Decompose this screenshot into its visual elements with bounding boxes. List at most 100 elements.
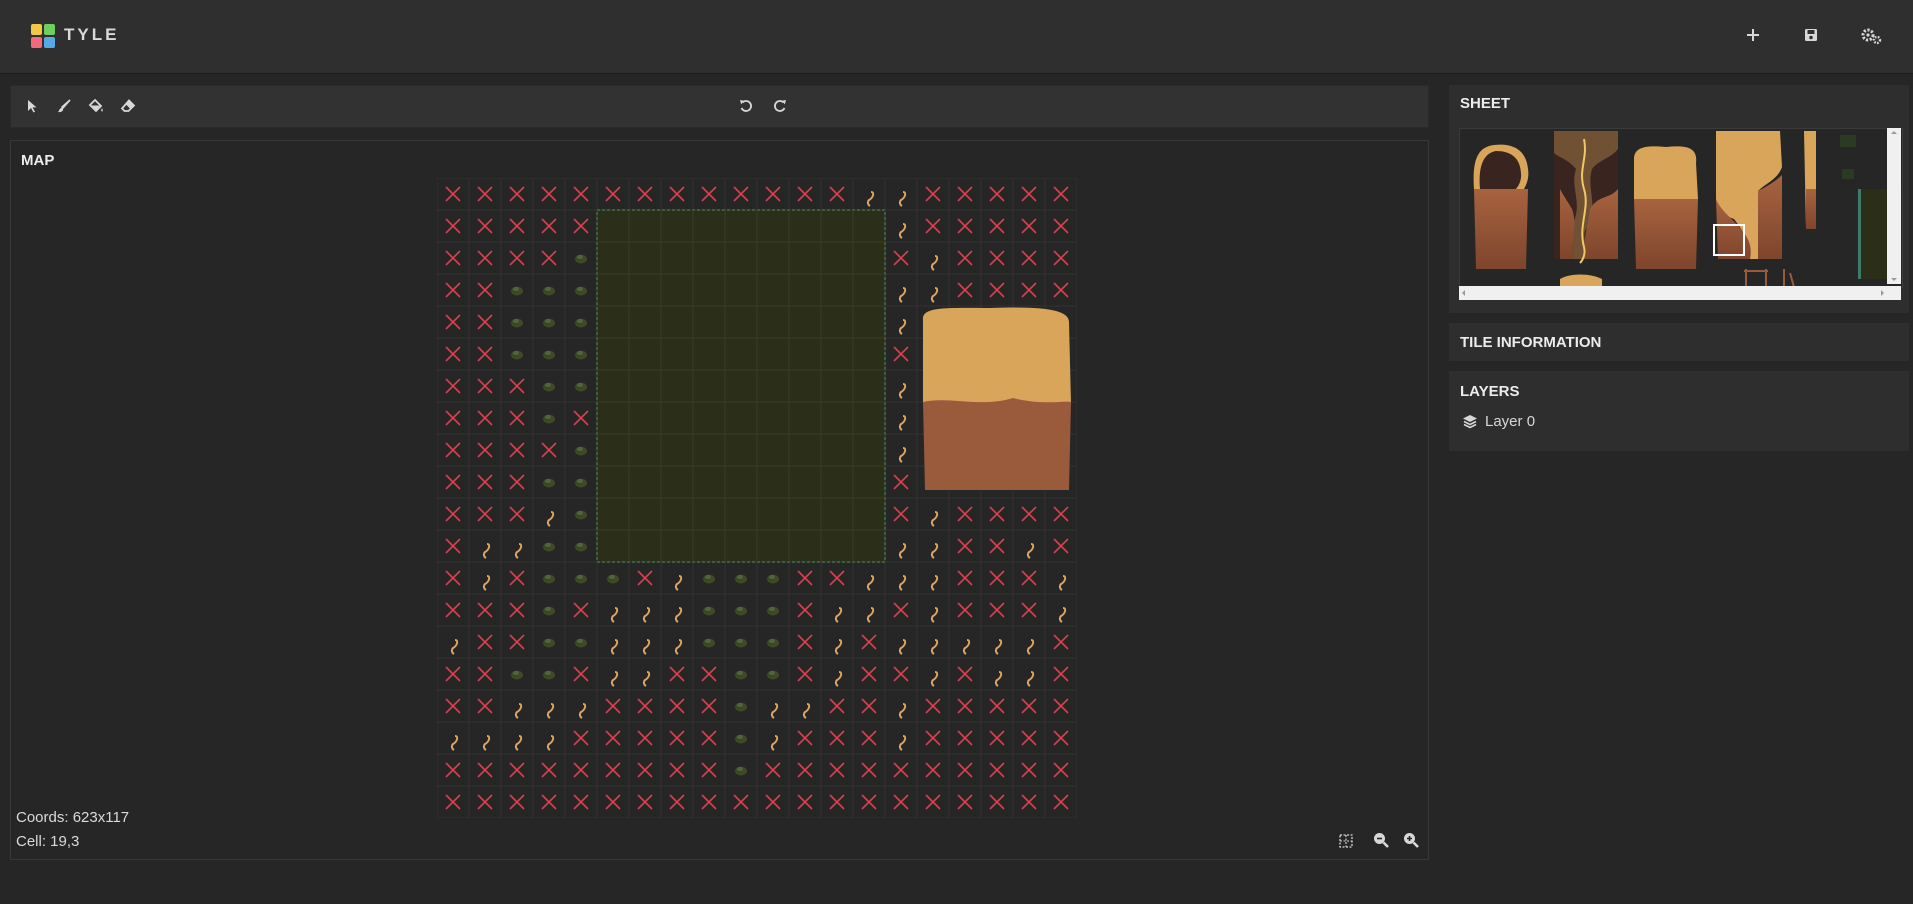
grid-toggle-button[interactable] — [1338, 831, 1358, 851]
layers-icon — [1463, 415, 1477, 429]
empty-cell-mark — [669, 794, 685, 810]
empty-cell-mark — [445, 410, 461, 426]
empty-cell-mark — [925, 218, 941, 234]
empty-cell-mark — [445, 250, 461, 266]
empty-cell-mark — [989, 506, 1005, 522]
save-button[interactable] — [1796, 22, 1826, 52]
grass-tuft-highlight — [513, 319, 519, 323]
empty-cell-mark — [1021, 570, 1037, 586]
empty-cell-mark — [1053, 794, 1069, 810]
edge-tile — [930, 543, 939, 559]
redo-button[interactable] — [769, 96, 791, 118]
edge-tile — [834, 639, 843, 655]
fill-bucket-icon — [88, 98, 103, 113]
empty-cell-mark — [797, 186, 813, 202]
empty-cell-mark — [573, 186, 589, 202]
empty-cell-mark — [989, 730, 1005, 746]
settings-button[interactable] — [1856, 22, 1886, 52]
edge-tile — [898, 191, 907, 207]
empty-cell-mark — [637, 762, 653, 778]
empty-cell-mark — [1053, 186, 1069, 202]
empty-cell-mark — [957, 218, 973, 234]
empty-cell-mark — [445, 314, 461, 330]
edge-tile — [930, 607, 939, 623]
plus-icon — [1747, 29, 1759, 41]
empty-cell-mark — [1021, 250, 1037, 266]
grass-tuft-highlight — [577, 575, 583, 579]
fill-tool[interactable] — [85, 96, 107, 118]
empty-cell-mark — [1021, 730, 1037, 746]
empty-cell-mark — [637, 698, 653, 714]
empty-cell-mark — [989, 218, 1005, 234]
empty-cell-mark — [509, 410, 525, 426]
empty-cell-mark — [861, 698, 877, 714]
new-button[interactable] — [1738, 22, 1768, 52]
app-logo — [31, 24, 55, 48]
top-bar: TYLE — [0, 0, 1913, 74]
empty-cell-mark — [989, 602, 1005, 618]
edge-tile — [1058, 607, 1067, 623]
grass-tuft-highlight — [737, 607, 743, 611]
empty-cell-mark — [445, 602, 461, 618]
zoom-out-icon — [1374, 833, 1389, 848]
grass-tuft-highlight — [513, 351, 519, 355]
empty-cell-mark — [861, 666, 877, 682]
empty-cell-mark — [893, 474, 909, 490]
empty-cell-mark — [989, 250, 1005, 266]
eraser-tool[interactable] — [117, 96, 139, 118]
edge-tile — [898, 383, 907, 399]
layers-title: LAYERS — [1460, 383, 1520, 400]
empty-cell-mark — [509, 250, 525, 266]
grass-tuft-highlight — [737, 703, 743, 707]
grass-tuft-highlight — [545, 319, 551, 323]
empty-cell-mark — [893, 250, 909, 266]
edge-tile — [930, 671, 939, 687]
empty-cell-mark — [701, 698, 717, 714]
empty-cell-mark — [509, 506, 525, 522]
empty-cell-mark — [509, 570, 525, 586]
empty-cell-mark — [989, 186, 1005, 202]
sheet-vertical-scrollbar[interactable] — [1887, 128, 1901, 284]
empty-cell-mark — [541, 794, 557, 810]
empty-cell-mark — [445, 538, 461, 554]
edge-tile — [930, 255, 939, 271]
empty-cell-mark — [637, 794, 653, 810]
empty-cell-mark — [477, 442, 493, 458]
edge-tile — [674, 575, 683, 591]
empty-cell-mark — [861, 730, 877, 746]
tile-sheet-image[interactable] — [1460, 129, 1902, 287]
empty-cell-mark — [445, 506, 461, 522]
brush-tool[interactable] — [53, 96, 75, 118]
map-canvas[interactable] — [437, 178, 1077, 818]
zoom-in-button[interactable] — [1402, 831, 1422, 851]
empty-cell-mark — [445, 666, 461, 682]
sheet-horizontal-scrollbar[interactable] — [1459, 286, 1901, 300]
empty-cell-mark — [957, 666, 973, 682]
tile-sheet[interactable] — [1459, 128, 1903, 288]
empty-cell-mark — [509, 218, 525, 234]
empty-cell-mark — [1021, 602, 1037, 618]
grass-tuft-highlight — [545, 351, 551, 355]
save-icon — [1805, 29, 1817, 41]
edge-tile — [962, 639, 971, 655]
undo-button[interactable] — [735, 96, 757, 118]
edge-tile — [1058, 575, 1067, 591]
grass-tuft-highlight — [577, 543, 583, 547]
empty-cell-mark — [637, 570, 653, 586]
grass-tuft-highlight — [545, 287, 551, 291]
grass-tuft-highlight — [545, 671, 551, 675]
empty-cell-mark — [573, 730, 589, 746]
empty-cell-mark — [1053, 698, 1069, 714]
select-tool[interactable] — [21, 96, 43, 118]
app-title: TYLE — [64, 25, 120, 44]
edge-tile — [770, 703, 779, 719]
grass-tuft-highlight — [737, 671, 743, 675]
empty-cell-mark — [765, 794, 781, 810]
edge-tile — [994, 671, 1003, 687]
zoom-out-button[interactable] — [1372, 831, 1392, 851]
empty-cell-mark — [1053, 218, 1069, 234]
empty-cell-mark — [861, 794, 877, 810]
empty-cell-mark — [957, 250, 973, 266]
grass-tuft-highlight — [545, 383, 551, 387]
empty-cell-mark — [477, 218, 493, 234]
